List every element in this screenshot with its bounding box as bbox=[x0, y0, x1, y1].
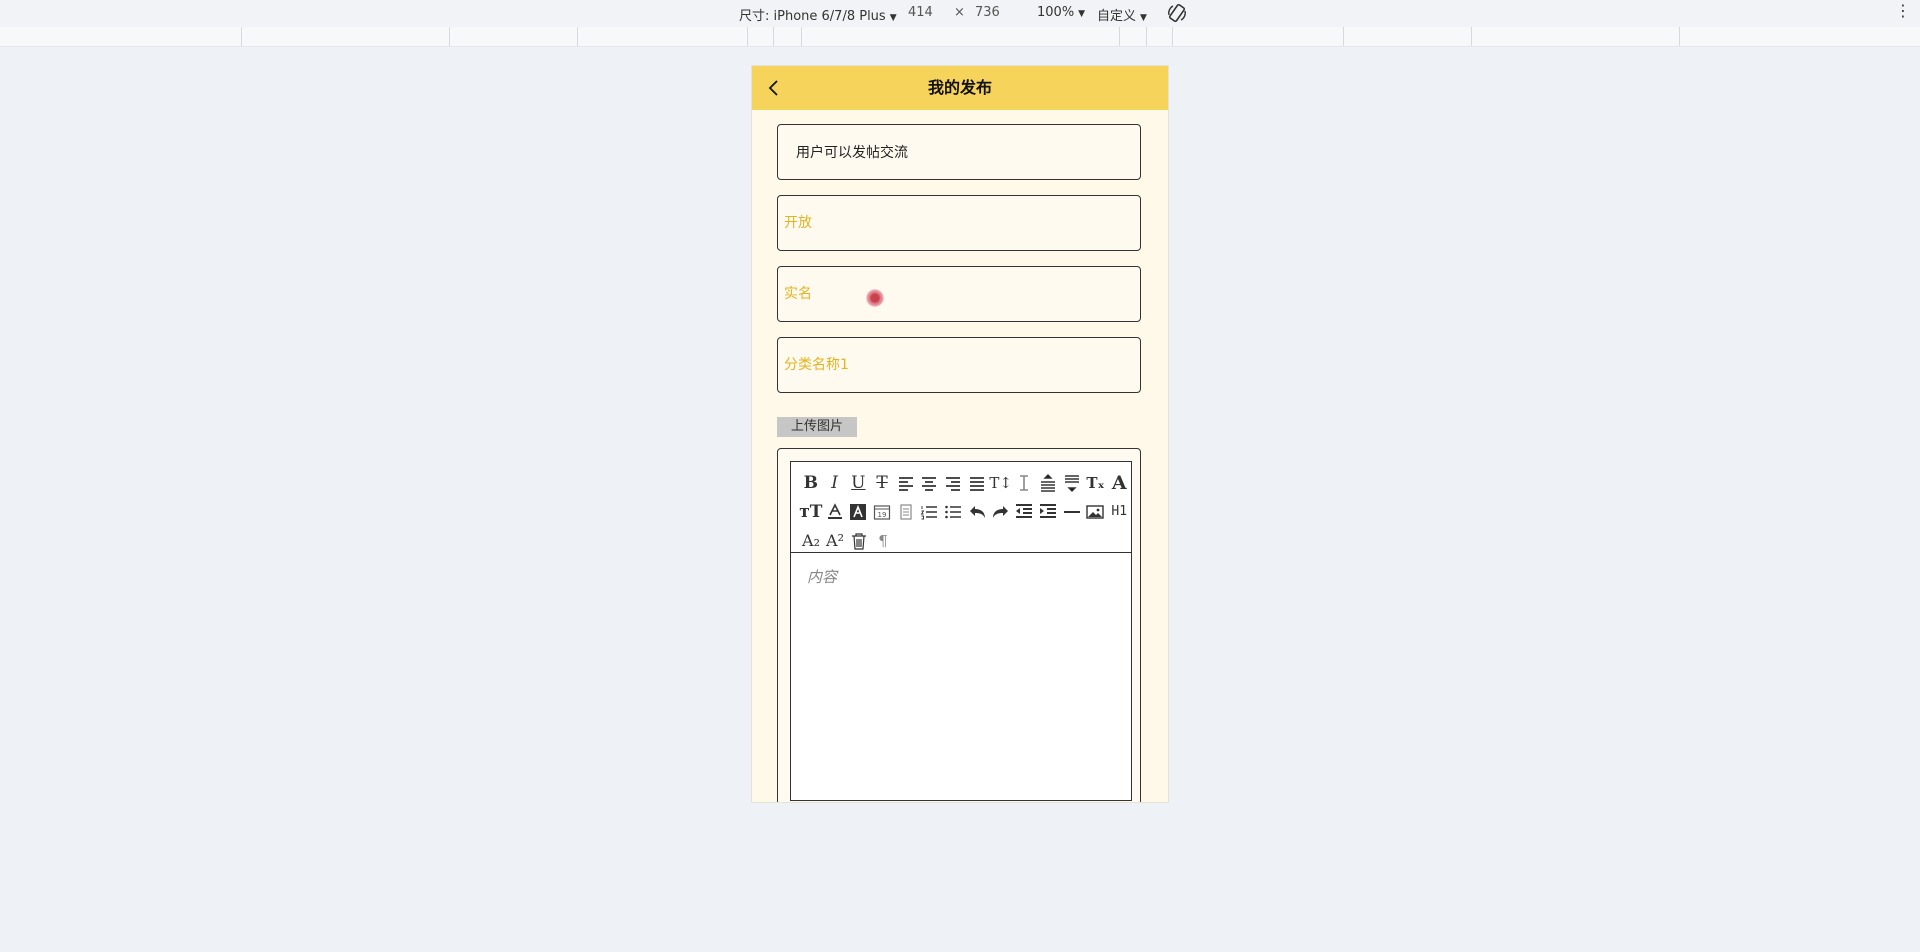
align-left-icon[interactable] bbox=[894, 471, 918, 495]
undo-icon[interactable] bbox=[965, 500, 989, 524]
chevron-down-icon: ▼ bbox=[1078, 9, 1086, 19]
category-select[interactable]: 分类名称1 bbox=[777, 337, 1141, 393]
category-value: 分类名称1 bbox=[784, 357, 849, 373]
indent-icon[interactable] bbox=[1036, 500, 1060, 524]
post-title-input[interactable] bbox=[778, 125, 1140, 179]
phone-viewport: 我的发布 开放 实名 分类名称1 上传图片 B I U T bbox=[752, 66, 1168, 802]
strikethrough-icon[interactable]: T bbox=[870, 471, 894, 495]
visibility-select[interactable]: 开放 bbox=[777, 195, 1141, 251]
outdent-icon[interactable] bbox=[1012, 500, 1036, 524]
device-toolbar: 尺寸: iPhone 6/7/8 Plus ▼ 414 × 736 100% ▼ 自… bbox=[0, 0, 1920, 28]
touch-cursor bbox=[866, 289, 884, 307]
font-icon[interactable]: A bbox=[1107, 471, 1131, 495]
image-icon[interactable] bbox=[1084, 500, 1108, 524]
delete-icon[interactable] bbox=[847, 529, 871, 553]
superscript-icon[interactable]: A² bbox=[823, 529, 847, 553]
back-icon[interactable] bbox=[764, 78, 784, 98]
more-options-icon[interactable]: ⋮ bbox=[1895, 3, 1911, 19]
upload-image-button[interactable]: 上传图片 bbox=[777, 417, 857, 437]
editor-placeholder: 内容 bbox=[807, 568, 838, 586]
chevron-down-icon: ▼ bbox=[1140, 13, 1147, 23]
align-center-icon[interactable] bbox=[918, 471, 942, 495]
name-mode-select[interactable]: 实名 bbox=[777, 266, 1141, 322]
device-label: 尺寸: iPhone 6/7/8 Plus bbox=[739, 9, 886, 24]
line-height-icon[interactable] bbox=[1012, 471, 1036, 495]
underline-icon[interactable]: U bbox=[846, 471, 870, 495]
toolbar-row: A₂ A² ¶ bbox=[799, 526, 1131, 555]
visibility-value: 开放 bbox=[784, 215, 812, 231]
width-input[interactable]: 414 bbox=[908, 5, 933, 20]
align-right-icon[interactable] bbox=[941, 471, 965, 495]
redo-icon[interactable] bbox=[989, 500, 1013, 524]
media-query-ruler bbox=[0, 27, 1920, 47]
times-sign: × bbox=[954, 5, 965, 20]
name-mode-value: 实名 bbox=[784, 286, 812, 302]
height-input[interactable]: 736 bbox=[975, 5, 1000, 20]
list-box-icon[interactable] bbox=[894, 500, 918, 524]
page-title: 我的发布 bbox=[927, 78, 992, 97]
paragraph-spacing-above-icon[interactable] bbox=[1036, 471, 1060, 495]
heading-icon[interactable]: H1 bbox=[1107, 500, 1131, 524]
background-color-icon[interactable] bbox=[846, 500, 870, 524]
text-size-icon[interactable]: ᴛT bbox=[799, 500, 823, 524]
clear-format-icon[interactable]: Tₓ bbox=[1084, 471, 1108, 495]
horizontal-rule-icon[interactable] bbox=[1060, 500, 1084, 524]
post-title-field[interactable] bbox=[777, 124, 1141, 180]
paragraph-direction-icon[interactable]: ¶ bbox=[871, 529, 895, 553]
zoom-label: 100% bbox=[1037, 5, 1075, 20]
italic-icon[interactable]: I bbox=[823, 471, 847, 495]
throttle-select[interactable]: 自定义 ▼ bbox=[1097, 5, 1147, 24]
device-select[interactable]: 尺寸: iPhone 6/7/8 Plus ▼ bbox=[739, 5, 897, 24]
zoom-select[interactable]: 100% ▼ bbox=[1037, 5, 1085, 20]
app-header: 我的发布 bbox=[752, 66, 1168, 110]
svg-text:19: 19 bbox=[878, 511, 887, 519]
font-size-icon[interactable]: T↕ bbox=[989, 471, 1013, 495]
align-justify-icon[interactable] bbox=[965, 471, 989, 495]
date-icon[interactable]: 19 bbox=[870, 500, 894, 524]
editor-container: B I U T T↕ Tₓ A ᴛT 19 H1 A₂ A² ¶ 内容 bbox=[777, 448, 1141, 802]
bold-icon[interactable]: B bbox=[799, 471, 823, 495]
paragraph-spacing-below-icon[interactable] bbox=[1060, 471, 1084, 495]
toolbar-row: B I U T T↕ Tₓ A bbox=[799, 468, 1131, 497]
font-color-icon[interactable] bbox=[823, 500, 847, 524]
throttle-label: 自定义 bbox=[1097, 9, 1137, 24]
subscript-icon[interactable]: A₂ bbox=[799, 529, 823, 553]
editor-toolbar: B I U T T↕ Tₓ A ᴛT 19 H1 A₂ A² ¶ bbox=[791, 462, 1131, 553]
ordered-list-icon[interactable] bbox=[918, 500, 942, 524]
unordered-list-icon[interactable] bbox=[941, 500, 965, 524]
chevron-down-icon: ▼ bbox=[889, 13, 897, 23]
rotate-icon[interactable] bbox=[1167, 3, 1187, 23]
rich-text-editor[interactable]: B I U T T↕ Tₓ A ᴛT 19 H1 A₂ A² ¶ 内容 bbox=[790, 461, 1132, 801]
toolbar-row: ᴛT 19 H1 bbox=[799, 497, 1131, 526]
